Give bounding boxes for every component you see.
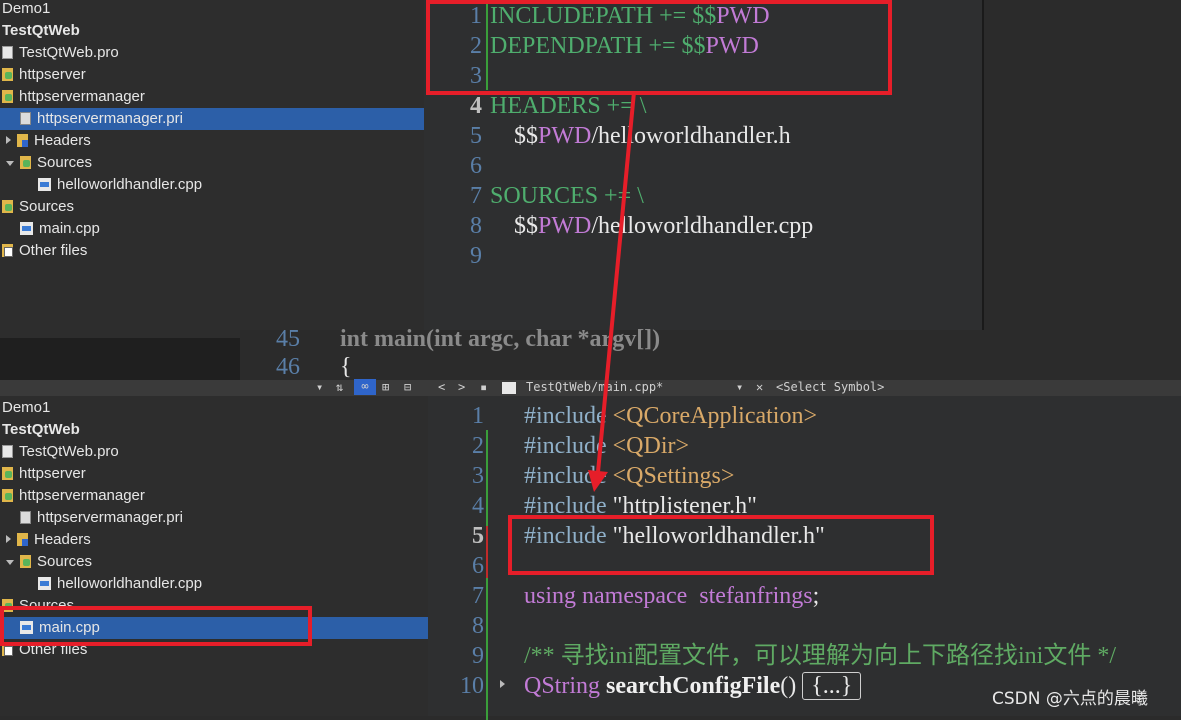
annotation-arrow-icon — [588, 91, 636, 492]
watermark: CSDN @六点的晨曦 — [992, 689, 1148, 709]
